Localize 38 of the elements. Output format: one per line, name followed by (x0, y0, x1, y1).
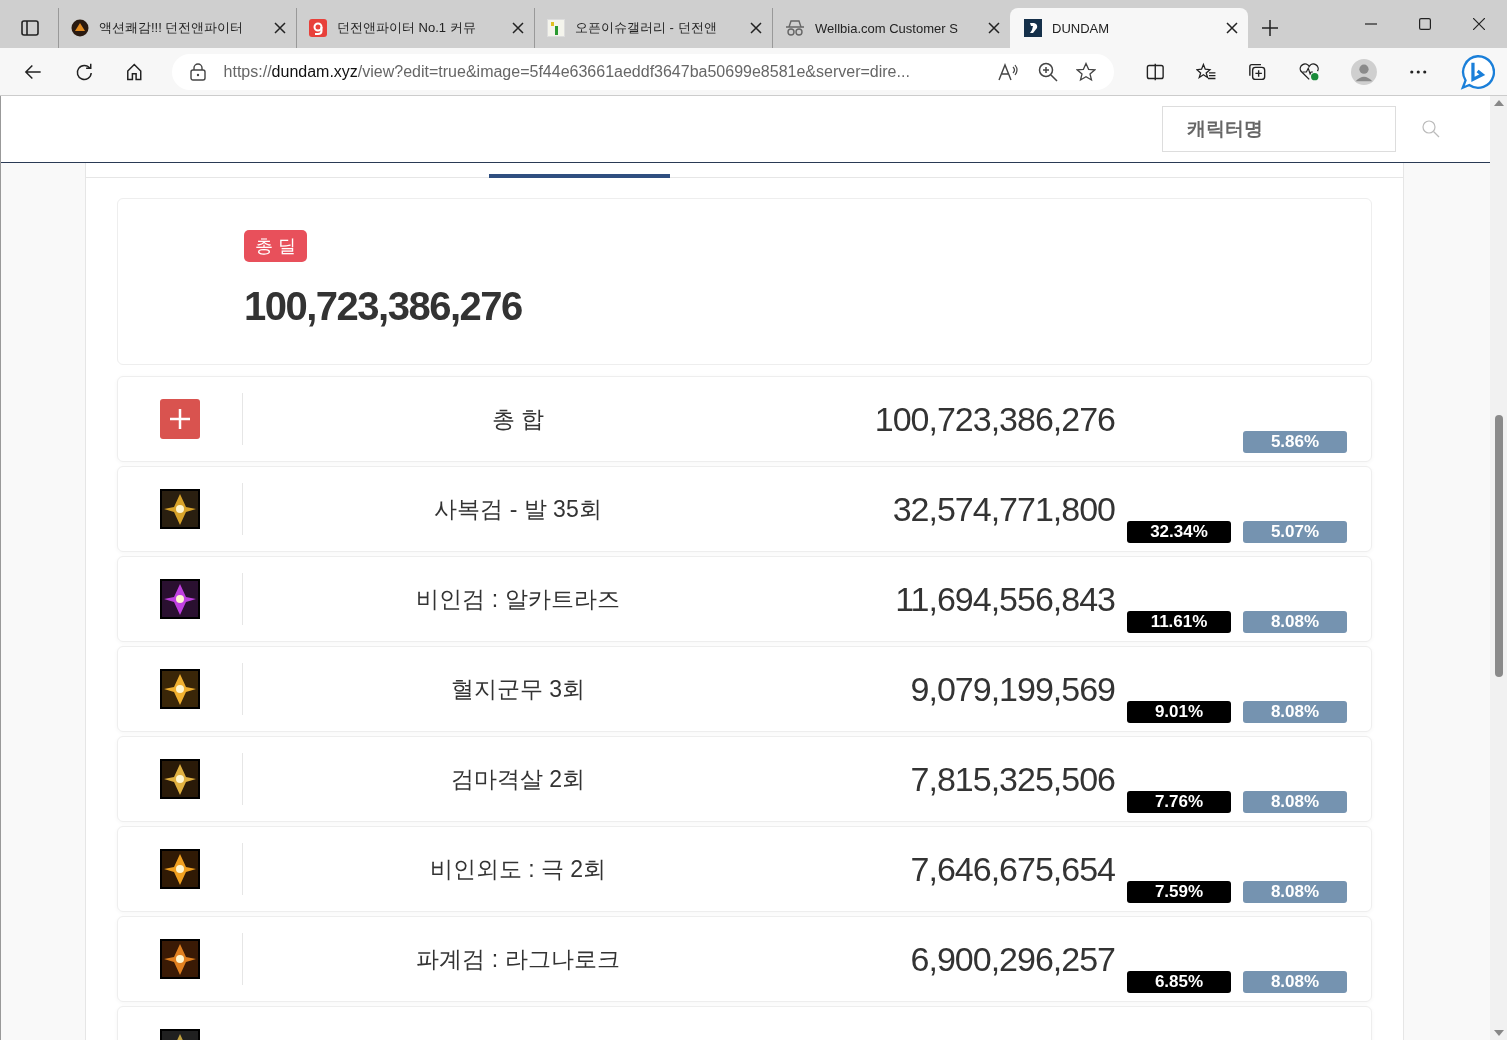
share-percent: 32.34% (1127, 521, 1231, 543)
total-damage-value: 100,723,386,276 (244, 284, 522, 329)
rate-percent: 8.08% (1243, 701, 1347, 723)
damage-value: 32,574,771,800 (891, 489, 1115, 529)
browser-tab[interactable]: DUNDAM (1010, 8, 1248, 48)
total-damage-label: 총 딜 (244, 230, 307, 262)
skill-name: 사복검 - 발 35회 (433, 494, 603, 524)
address-bar[interactable]: https://dundam.xyz/view?edit=true&image=5f44e63661aeddf3647ba50699e8581e&server=dire... (171, 53, 1114, 90)
skill-name: 총 합 (490, 404, 546, 434)
damage-value: 11,694,556,843 (894, 579, 1115, 619)
skill-name: 비인외도 : 극 2회 (428, 854, 608, 884)
tab-title: 오픈이슈갤러리 - 던전앤 (575, 19, 718, 37)
damage-value: 7,815,325,506 (909, 759, 1115, 799)
rate-percent: 8.08% (1243, 881, 1347, 903)
damage-value: 100,723,386,276 (873, 399, 1115, 439)
skill-name: 파계검 : 라그나로크 (415, 944, 621, 974)
share-percent: 6.85% (1127, 971, 1231, 993)
share-percent: 11.61% (1127, 611, 1231, 633)
rate-percent: 8.08% (1243, 611, 1347, 633)
rate-percent: 8.08% (1243, 971, 1347, 993)
damage-value: 9,079,199,569 (909, 669, 1115, 709)
tab-title: 액션쾌감!!! 던전앤파이터 (99, 19, 245, 37)
skill-name: 검마격살 2회 (449, 764, 587, 794)
share-percent: 7.76% (1127, 791, 1231, 813)
share-percent: 7.59% (1127, 881, 1231, 903)
damage-value: 6,900,296,257 (909, 939, 1115, 979)
skill-name: 혈지군무 3회 (449, 674, 587, 704)
share-percent: 9.01% (1127, 701, 1231, 723)
rate-percent: 8.08% (1243, 791, 1347, 813)
tab-title: DUNDAM (1052, 20, 1111, 36)
rate-percent: 5.07% (1243, 521, 1347, 543)
damage-value: 7,646,675,654 (909, 849, 1115, 889)
search-field[interactable]: 캐릭터명 (1162, 106, 1396, 152)
skill-name: 비인검 : 알카트라즈 (415, 584, 621, 614)
address-url: https://dundam.xyz/view?edit=true&image=5f44e63661aeddf3647ba50699e8581e&server=dire... (223, 62, 911, 81)
rate-percent: 5.86% (1243, 431, 1347, 453)
tab-title: Wellbia.com Customer S (815, 20, 959, 36)
tab-title: 던전앤파이터 No.1 커뮤 (337, 19, 477, 37)
